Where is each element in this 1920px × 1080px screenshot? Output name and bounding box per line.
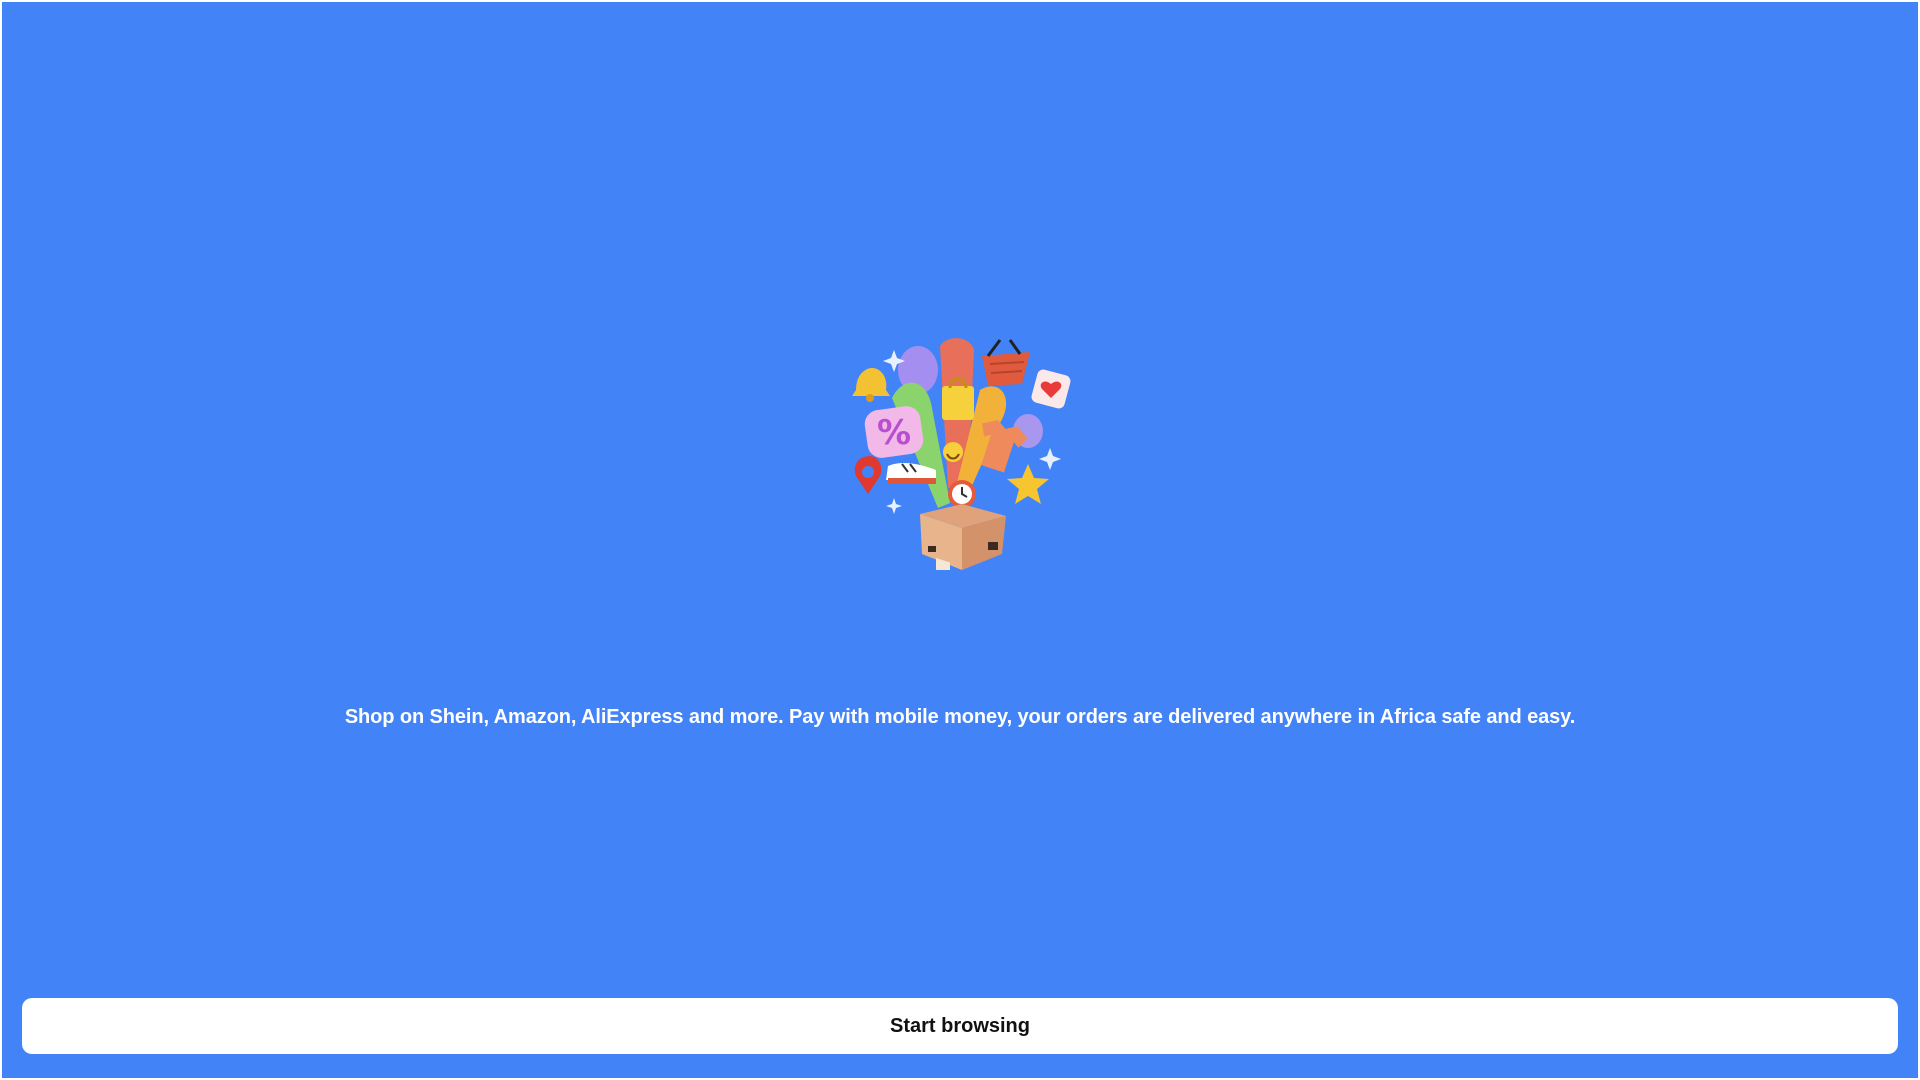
- cardboard-box-icon: [920, 504, 1006, 570]
- sparkle-icon: [886, 498, 902, 514]
- location-pin-icon: [854, 456, 882, 494]
- basket-icon: [982, 339, 1030, 386]
- gift-box-burst-illustration: %: [852, 338, 1071, 570]
- smiley-icon: [943, 442, 963, 462]
- onboarding-screen: % Shop on Shein, Amazon, AliExpress and …: [2, 2, 1918, 1078]
- star-icon: [1007, 464, 1049, 504]
- svg-text:%: %: [877, 413, 911, 453]
- hero-illustration: %: [850, 338, 1080, 570]
- tagline-text: Shop on Shein, Amazon, AliExpress and mo…: [344, 706, 1576, 728]
- bell-icon: [852, 368, 890, 402]
- sparkle-icon: [1039, 448, 1061, 470]
- percent-badge-icon: %: [864, 406, 924, 458]
- start-browsing-button[interactable]: Start browsing: [22, 998, 1898, 1054]
- alarm-clock-icon: [948, 480, 976, 508]
- heart-card-icon: [1031, 369, 1071, 409]
